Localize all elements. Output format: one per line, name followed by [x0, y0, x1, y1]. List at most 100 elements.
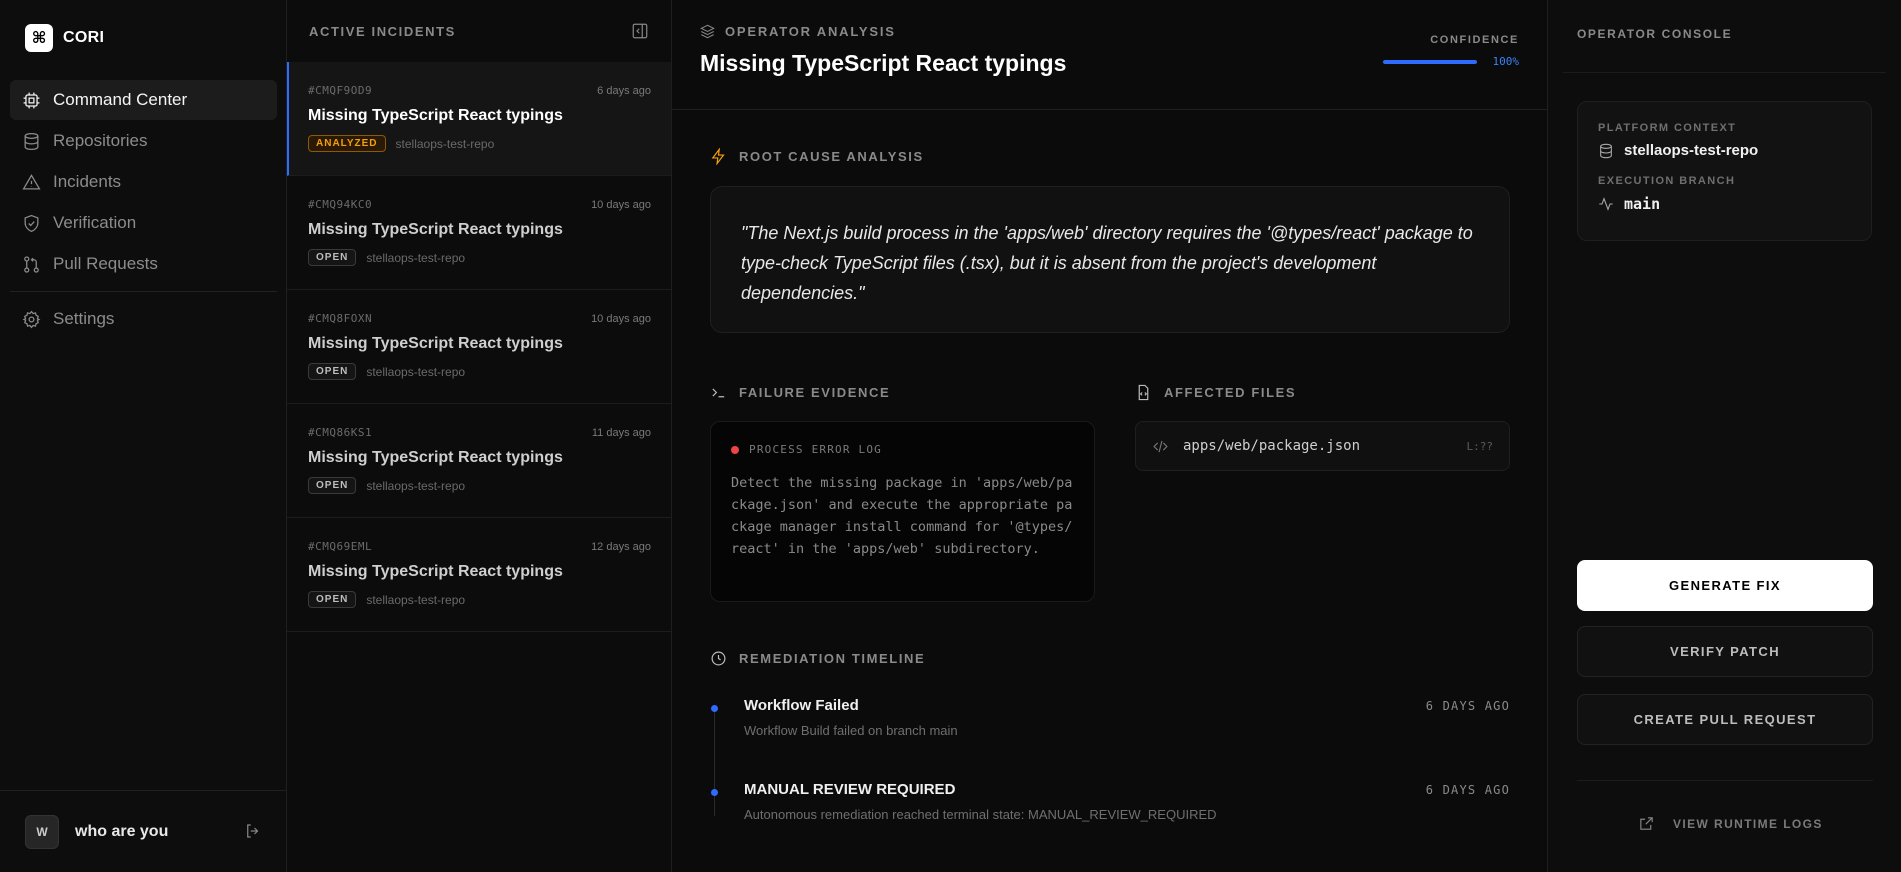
lightning-icon [711, 148, 725, 165]
shield-check-icon [24, 214, 39, 232]
git-pull-request-icon [24, 255, 39, 273]
analysis-header: OPERATOR ANALYSIS Missing TypeScript Rea… [672, 0, 1547, 110]
console-title: OPERATOR CONSOLE [1577, 27, 1733, 41]
operator-console: OPERATOR CONSOLE PLATFORM CONTEXT stella… [1548, 0, 1901, 872]
incident-item[interactable]: #CMQ86KS1 11 days ago Missing TypeScript… [287, 404, 671, 518]
incident-name: Missing TypeScript React typings [308, 563, 563, 580]
incidents-panel: ACTIVE INCIDENTS #CMQF9OD9 6 days ago Mi… [287, 0, 672, 872]
remediation-timeline: Workflow Failed Workflow Build failed on… [710, 690, 1510, 858]
external-link-icon [1640, 817, 1653, 830]
root-cause-label: ROOT CAUSE ANALYSIS [739, 149, 924, 164]
incident-item[interactable]: #CMQ8FOXN 10 days ago Missing TypeScript… [287, 290, 671, 404]
view-runtime-logs-link[interactable]: VIEW RUNTIME LOGS [1638, 815, 1823, 832]
incident-id: #CMQ94KC0 [308, 198, 373, 211]
timeline-event: MANUAL REVIEW REQUIRED Autonomous remedi… [710, 774, 1510, 858]
timeline-dot [711, 789, 718, 796]
analysis-tag: OPERATOR ANALYSIS [700, 24, 896, 39]
confidence-fill [1383, 60, 1477, 64]
incident-repo: stellaops-test-repo [366, 478, 466, 493]
root-cause-box: "The Next.js build process in the 'apps/… [710, 186, 1510, 333]
user-name: who are you [75, 822, 169, 840]
process-error-log: PROCESS ERROR LOG Detect the missing pac… [710, 421, 1095, 602]
avatar[interactable]: W [25, 814, 59, 849]
incidents-title: ACTIVE INCIDENTS [309, 23, 456, 39]
nav-divider [10, 291, 277, 292]
incident-time: 10 days ago [591, 312, 651, 325]
incident-item[interactable]: #CMQ69EML 12 days ago Missing TypeScript… [287, 518, 671, 632]
generate-fix-button[interactable]: GENERATE FIX [1577, 560, 1873, 611]
status-badge: OPEN [308, 477, 357, 494]
incident-name: Missing TypeScript React typings [308, 335, 563, 352]
timeline-heading: REMEDIATION TIMELINE [710, 650, 925, 667]
incident-time: 12 days ago [591, 540, 651, 553]
nav-label: Settings [53, 309, 115, 328]
status-badge: OPEN [308, 591, 357, 608]
failure-evidence-heading: FAILURE EVIDENCE [710, 384, 890, 401]
nav-label: Pull Requests [53, 254, 158, 273]
timeline-dot [711, 705, 718, 712]
nav-item-repositories[interactable]: Repositories [10, 121, 277, 161]
sidebar-collapse-icon[interactable] [631, 22, 649, 40]
error-dot-icon [731, 445, 739, 454]
verify-patch-button[interactable]: VERIFY PATCH [1577, 626, 1873, 677]
failure-evidence-label: FAILURE EVIDENCE [739, 385, 891, 400]
nav-label: Verification [53, 213, 137, 232]
timeline-event-time: 6 DAYS AGO [1425, 699, 1510, 713]
page-title: Missing TypeScript React typings [700, 50, 1067, 76]
incident-item[interactable]: #CMQF9OD9 6 days ago Missing TypeScript … [287, 62, 671, 176]
timeline-event-desc: Autonomous remediation reached terminal … [744, 807, 1217, 822]
incident-time: 10 days ago [591, 198, 651, 211]
timeline-label: REMEDIATION TIMELINE [739, 651, 926, 666]
incident-repo: stellaops-test-repo [366, 364, 466, 379]
brand[interactable]: ⌘ CORI [25, 24, 104, 52]
log-header: PROCESS ERROR LOG [731, 443, 1074, 456]
terminal-icon [712, 388, 725, 398]
nav-item-verification[interactable]: Verification [10, 203, 277, 243]
timeline-event-title: MANUAL REVIEW REQUIRED [744, 781, 956, 798]
timeline-event-time: 6 DAYS AGO [1425, 783, 1510, 797]
logout-icon[interactable] [244, 822, 262, 840]
file-code-icon [1138, 384, 1149, 401]
analysis-panel: OPERATOR ANALYSIS Missing TypeScript Rea… [672, 0, 1548, 872]
file-path: apps/web/package.json [1183, 438, 1361, 454]
incident-repo: stellaops-test-repo [395, 136, 495, 151]
platform-context-value: stellaops-test-repo [1598, 142, 1851, 159]
console-divider [1563, 72, 1886, 73]
create-pull-request-button[interactable]: CREATE PULL REQUEST [1577, 694, 1873, 745]
sidebar: ⌘ CORI Command Center Repositories Incid… [0, 0, 287, 872]
nav-item-incidents[interactable]: Incidents [10, 162, 277, 202]
platform-context-box: PLATFORM CONTEXT stellaops-test-repo EXE… [1577, 101, 1872, 241]
cpu-icon [23, 92, 40, 108]
database-icon [1600, 143, 1612, 158]
affected-files-label: AFFECTED FILES [1164, 385, 1297, 400]
alert-triangle-icon [22, 173, 41, 189]
nav-item-pull-requests[interactable]: Pull Requests [10, 244, 277, 284]
status-badge: OPEN [308, 363, 357, 380]
gear-icon [22, 310, 41, 328]
main-nav: Command Center Repositories Incidents Ve… [10, 80, 277, 340]
database-icon [24, 132, 39, 150]
root-cause-text: "The Next.js build process in the 'apps/… [741, 223, 1473, 303]
affected-file-item[interactable]: apps/web/package.json L:?? [1135, 421, 1510, 471]
analysis-tag-label: OPERATOR ANALYSIS [725, 24, 896, 39]
platform-context-text: stellaops-test-repo [1624, 142, 1759, 159]
nav-label: Incidents [53, 172, 122, 191]
layers-icon [700, 24, 715, 39]
nav-item-settings[interactable]: Settings [10, 299, 277, 339]
affected-files-heading: AFFECTED FILES [1135, 384, 1296, 401]
incident-item[interactable]: #CMQ94KC0 10 days ago Missing TypeScript… [287, 176, 671, 290]
status-badge: ANALYZED [308, 135, 386, 152]
runtime-logs-label: VIEW RUNTIME LOGS [1673, 816, 1823, 831]
confidence-value: 100% [1492, 55, 1520, 68]
activity-icon [1599, 197, 1613, 211]
log-text: Detect the missing package in 'apps/web/… [731, 475, 1073, 557]
log-header-label: PROCESS ERROR LOG [749, 443, 882, 456]
user-profile: W who are you [0, 790, 286, 872]
incident-name: Missing TypeScript React typings [308, 107, 563, 124]
nav-item-command-center[interactable]: Command Center [10, 80, 277, 120]
nav-label: Repositories [53, 131, 148, 150]
incident-id: #CMQF9OD9 [308, 84, 373, 97]
root-cause-heading: ROOT CAUSE ANALYSIS [710, 148, 924, 165]
timeline-event-title: Workflow Failed [744, 697, 859, 714]
platform-context-label: PLATFORM CONTEXT [1598, 122, 1737, 134]
